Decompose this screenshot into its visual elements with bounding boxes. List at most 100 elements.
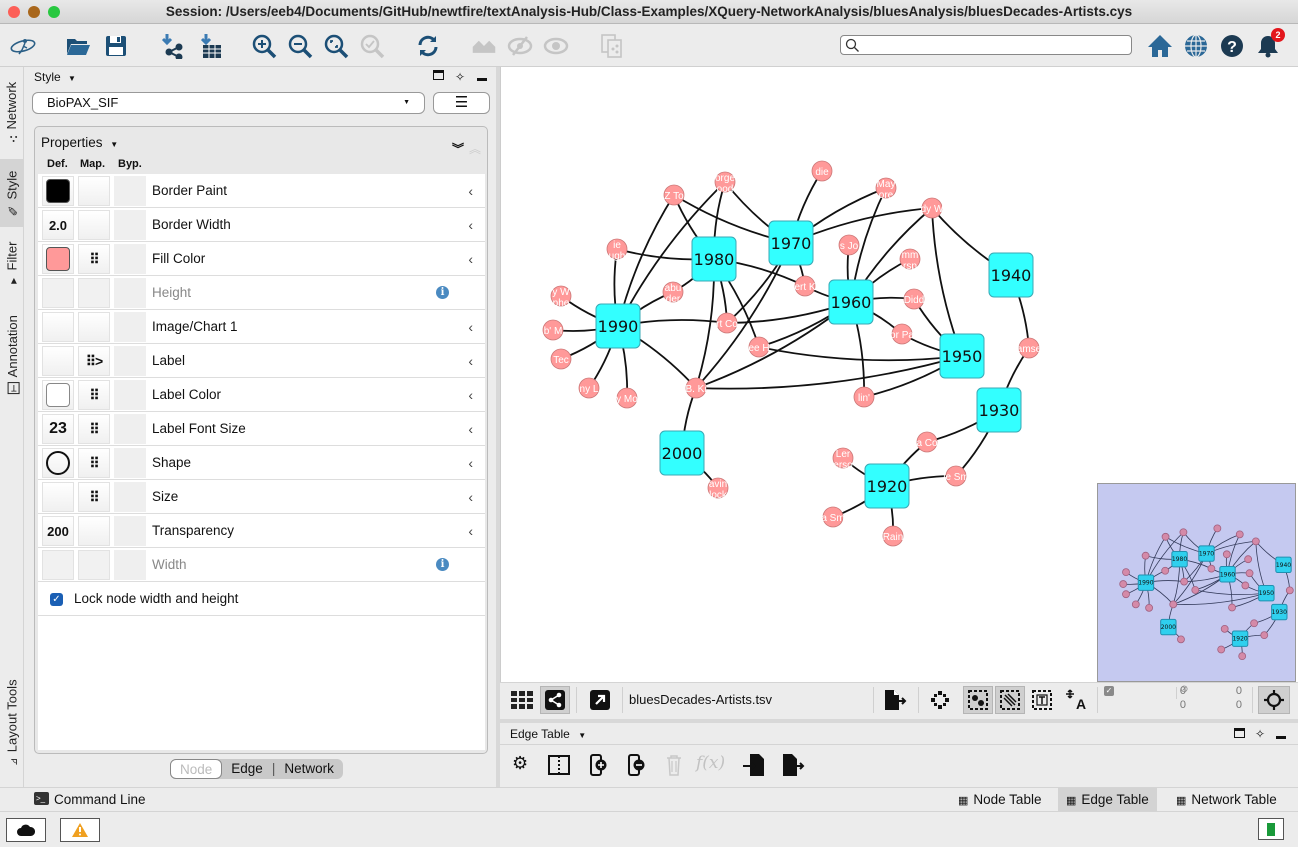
property-row[interactable]: ⠿> Label ‹ [38, 344, 485, 378]
zoom-selected-icon[interactable] [357, 31, 387, 61]
create-column-icon[interactable] [590, 754, 608, 776]
info-icon[interactable]: i [436, 558, 449, 571]
bypass-cell[interactable] [114, 516, 146, 546]
table-panel-title[interactable]: Edge Table [510, 727, 570, 741]
chevron-left-icon[interactable]: ‹ [468, 378, 473, 412]
property-row[interactable]: Border Paint ‹ [38, 174, 485, 208]
import-table-icon[interactable] [195, 31, 225, 61]
mapping-cell[interactable] [78, 176, 110, 206]
style-options-menu-button[interactable]: ☰ [433, 92, 490, 114]
show-all-icon[interactable] [541, 31, 571, 61]
default-cell[interactable] [42, 244, 74, 274]
chevron-left-icon[interactable]: ‹ [468, 208, 473, 242]
import-network-icon[interactable] [157, 31, 187, 61]
properties-header[interactable]: Properties ▼ ︾ ︽ [35, 127, 487, 157]
import-table-file-icon[interactable] [743, 754, 765, 776]
function-builder-icon[interactable]: f(x) [696, 753, 725, 773]
chevron-left-icon[interactable]: ‹ [468, 242, 473, 276]
default-cell[interactable] [42, 550, 74, 580]
side-tab-layout-tools[interactable]: ⊾Layout Tools [0, 667, 24, 777]
zoom-fit-icon[interactable] [321, 31, 351, 61]
default-cell[interactable] [42, 380, 74, 410]
property-row[interactable]: ⠿ Shape ‹ [38, 446, 485, 480]
search-input[interactable] [863, 37, 1127, 53]
home-icon[interactable] [1145, 31, 1175, 61]
mapping-cell[interactable]: ⠿ [78, 244, 110, 274]
warnings-button[interactable] [60, 818, 100, 842]
bypass-cell[interactable] [114, 278, 146, 308]
new-network-from-selection-icon[interactable] [597, 31, 627, 61]
style-panel-title[interactable]: Style [34, 70, 61, 84]
minimize-panel-icon[interactable] [477, 78, 487, 81]
tab-network-table[interactable]: ▦ Network Table [1168, 788, 1285, 811]
mapping-cell[interactable] [78, 210, 110, 240]
default-cell[interactable]: 200 [42, 516, 74, 546]
detach-view-icon[interactable] [585, 686, 615, 714]
zoom-out-icon[interactable] [285, 31, 315, 61]
tab-node[interactable]: Node [170, 759, 223, 779]
default-cell[interactable] [42, 176, 74, 206]
grid-view-icon[interactable] [507, 686, 537, 714]
chevron-left-icon[interactable]: ‹ [468, 412, 473, 446]
cytoscape-logo-icon[interactable] [8, 31, 38, 61]
globe-icon[interactable] [1181, 31, 1211, 61]
memory-status-button[interactable] [1258, 818, 1284, 840]
default-cell[interactable] [42, 346, 74, 376]
bypass-cell[interactable] [114, 414, 146, 444]
network-overview-minimap[interactable]: 1920 1930 1940 1950 1960 1970 1980 1990 2000 [1097, 483, 1296, 682]
side-tab-filter[interactable]: ▼Filter [0, 229, 24, 297]
property-row[interactable]: ⠿ Label Color ‹ [38, 378, 485, 412]
select-edges-icon[interactable] [995, 686, 1025, 714]
delete-column-icon[interactable] [628, 754, 646, 776]
command-line-button[interactable]: Command Line [54, 788, 146, 811]
property-row[interactable]: 200 Transparency ‹ [38, 514, 485, 548]
chevron-left-icon[interactable]: ‹ [468, 480, 473, 514]
mapping-cell[interactable]: ⠿ [78, 482, 110, 512]
tab-edge-table[interactable]: ▦ Edge Table [1058, 788, 1157, 811]
side-tab-annotation[interactable]: TAnnotation [0, 302, 24, 407]
bypass-cell[interactable] [114, 176, 146, 206]
bypass-cell[interactable] [114, 448, 146, 478]
mapping-cell[interactable] [78, 278, 110, 308]
minimize-window-button[interactable] [28, 6, 40, 18]
tab-network[interactable]: Network [275, 759, 343, 779]
refresh-layout-icon[interactable] [413, 31, 443, 61]
export-network-icon[interactable] [880, 686, 910, 714]
property-row[interactable]: Image/Chart 1 ‹ [38, 310, 485, 344]
tab-node-table[interactable]: ▦ Node Table [950, 788, 1049, 811]
style-selector-dropdown[interactable]: BioPAX_SIF ▼ [32, 92, 425, 114]
property-row[interactable]: Height i [38, 276, 485, 310]
toggle-minimap-icon[interactable] [1258, 686, 1290, 714]
bypass-cell[interactable] [114, 380, 146, 410]
property-row[interactable]: ⠿ Size ‹ [38, 480, 485, 514]
property-row[interactable]: 23 ⠿ Label Font Size ‹ [38, 412, 485, 446]
property-row[interactable]: 2.0 Border Width ‹ [38, 208, 485, 242]
chevron-left-icon[interactable]: ‹ [468, 310, 473, 344]
chevron-down-icon[interactable]: ▼ [578, 731, 586, 740]
mapping-cell[interactable]: ⠿ [78, 380, 110, 410]
lock-size-checkbox[interactable]: ✓ [50, 593, 63, 606]
hide-selected-icon[interactable] [505, 31, 535, 61]
export-table-file-icon[interactable] [781, 754, 805, 776]
side-tab-network[interactable]: ⛬Network [0, 67, 24, 157]
minimize-panel-icon[interactable] [1276, 736, 1286, 739]
bypass-cell[interactable] [114, 312, 146, 342]
bypass-cell[interactable] [114, 482, 146, 512]
help-icon[interactable]: ? [1217, 31, 1247, 61]
cloud-status-button[interactable] [6, 818, 46, 842]
chevron-down-icon[interactable]: ▼ [68, 74, 76, 83]
default-cell[interactable]: 2.0 [42, 210, 74, 240]
maximize-panel-icon[interactable] [433, 70, 444, 80]
select-nodes-icon[interactable] [963, 686, 993, 714]
chevron-left-icon[interactable]: ‹ [468, 344, 473, 378]
default-cell[interactable]: 23 [42, 414, 74, 444]
network-edge[interactable] [695, 301, 852, 389]
mapping-cell[interactable] [78, 312, 110, 342]
delete-rows-trash-icon[interactable] [666, 754, 682, 776]
first-neighbors-icon[interactable] [469, 31, 499, 61]
tab-edge[interactable]: Edge [222, 759, 272, 779]
mapping-cell[interactable]: ⠿> [78, 346, 110, 376]
side-tab-style[interactable]: ✎Style [0, 159, 24, 227]
network-view-icon[interactable] [540, 686, 570, 714]
bypass-cell[interactable] [114, 346, 146, 376]
